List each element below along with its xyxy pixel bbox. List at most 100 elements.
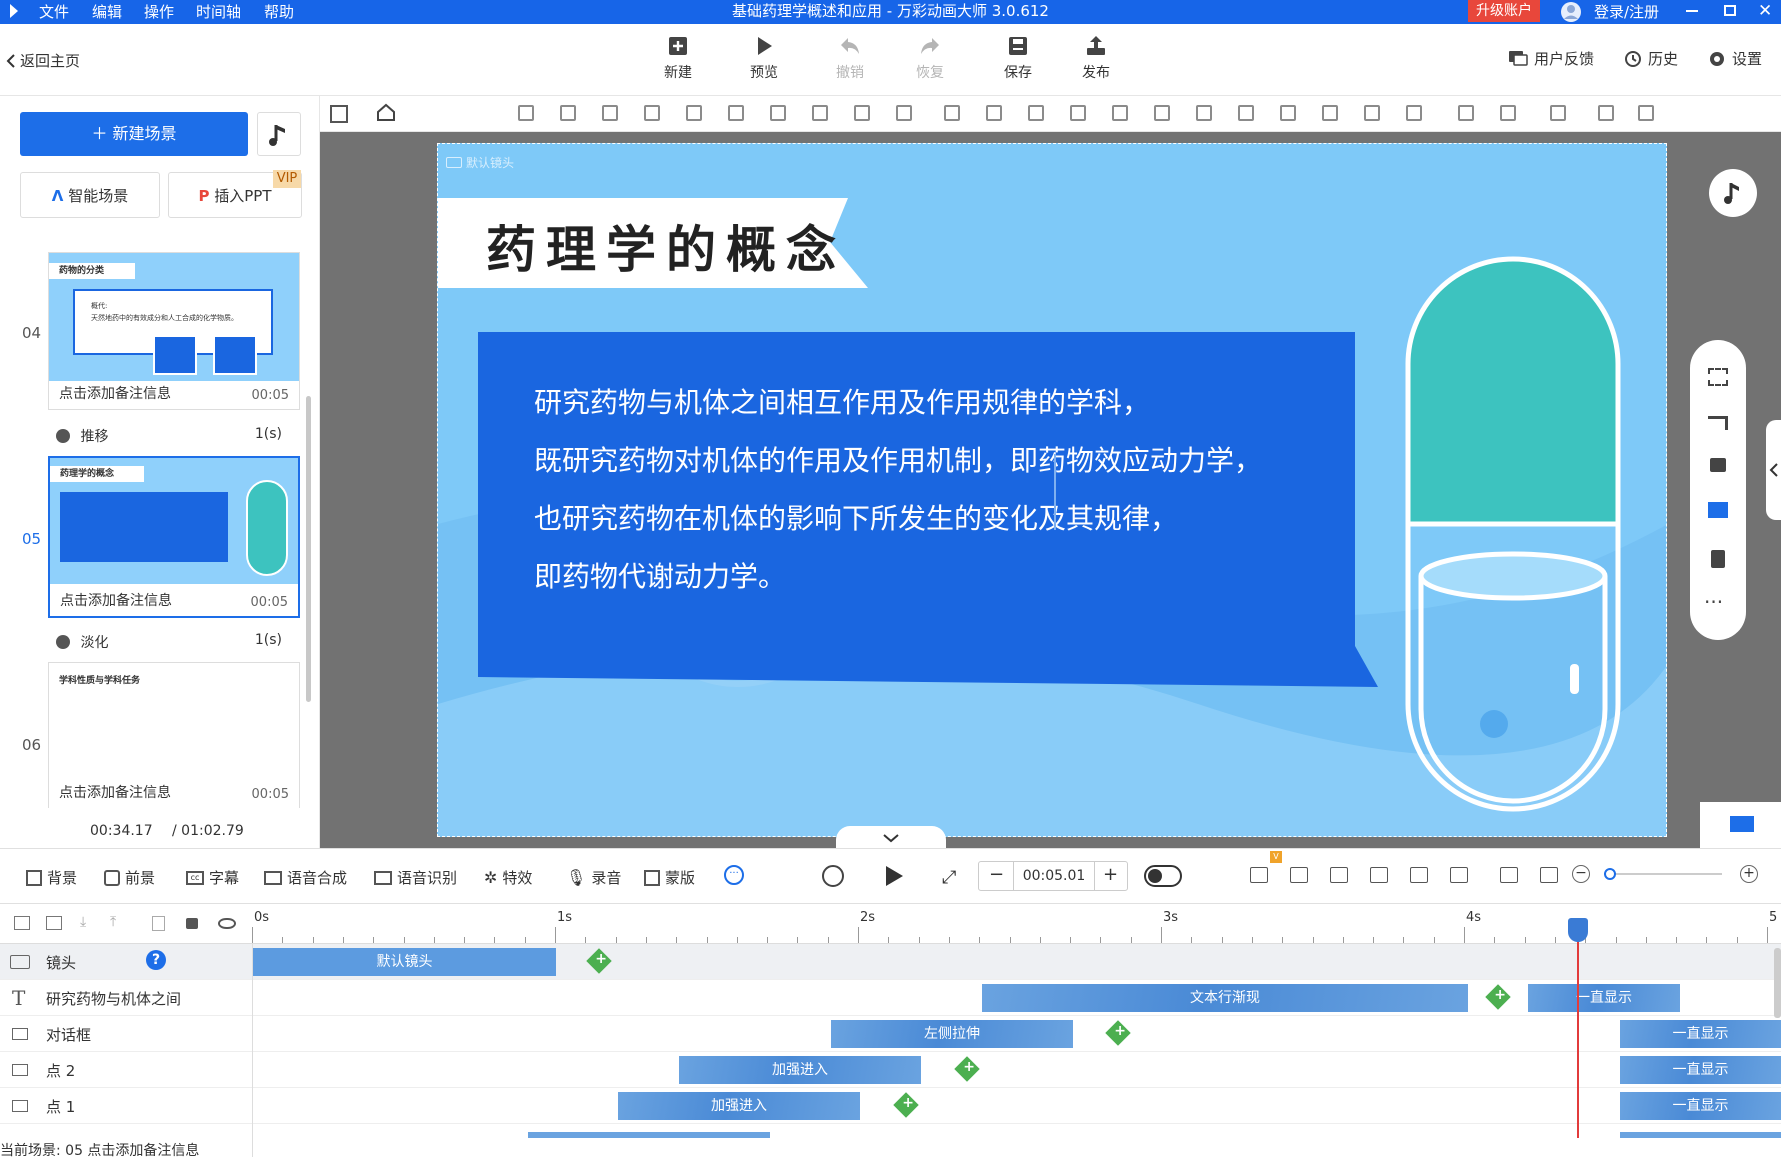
history-link[interactable]: 历史 bbox=[1624, 48, 1678, 69]
split-icon[interactable] bbox=[1370, 867, 1388, 883]
music-button[interactable] bbox=[257, 112, 301, 156]
login-link[interactable]: 登录/注册 bbox=[1594, 0, 1659, 24]
toggle-switch[interactable] bbox=[1144, 865, 1182, 887]
fit-screen-icon[interactable] bbox=[1708, 368, 1728, 386]
edit-icon[interactable] bbox=[1330, 867, 1348, 883]
keyframe-add-icon[interactable]: + bbox=[893, 1092, 919, 1118]
panel-scrollbar[interactable] bbox=[306, 396, 311, 702]
user-avatar-icon[interactable] bbox=[1560, 1, 1582, 23]
screen-icon[interactable] bbox=[1708, 502, 1728, 518]
align-justify-icon[interactable] bbox=[1196, 105, 1212, 121]
zoom-out-icon[interactable]: − bbox=[1572, 865, 1590, 883]
scene-note[interactable]: 点击添加备注信息 bbox=[59, 782, 171, 802]
mini-preview[interactable] bbox=[1700, 802, 1781, 848]
folder-icon[interactable] bbox=[14, 916, 30, 930]
flip-v-icon[interactable] bbox=[728, 105, 744, 121]
zoom-slider[interactable] bbox=[1604, 868, 1722, 880]
timeline-clip-partial[interactable] bbox=[528, 1132, 770, 1138]
transition-row[interactable]: 推移 1(s) bbox=[56, 426, 300, 446]
slide-canvas[interactable]: 默认镜头 药理学的概念 研究药物与机体之间相互作用及作用规律的学科， 既研究药物… bbox=[437, 143, 1667, 837]
collapse-timeline-tab[interactable] bbox=[836, 826, 946, 848]
keyframe-add-icon[interactable]: + bbox=[586, 948, 612, 974]
undo-button[interactable]: 撤销 bbox=[820, 34, 880, 82]
spacing-icon[interactable] bbox=[1406, 105, 1422, 121]
distribute-c-icon[interactable] bbox=[1028, 105, 1044, 121]
rotate-icon[interactable] bbox=[1708, 416, 1728, 430]
center-v-icon[interactable] bbox=[1280, 105, 1296, 121]
settings-sliders-icon[interactable] bbox=[1450, 867, 1468, 883]
slide-body-text[interactable]: 研究药物与机体之间相互作用及作用规律的学科， 既研究药物对机体的作用及作用机制，… bbox=[534, 374, 1374, 606]
settings-link[interactable]: 设置 bbox=[1708, 48, 1762, 69]
eye-icon[interactable] bbox=[218, 918, 236, 929]
device-icon[interactable] bbox=[1711, 550, 1725, 568]
lock-all-icon[interactable] bbox=[186, 918, 198, 929]
scene-thumb-06[interactable]: 学科性质与学科任务 点击添加备注信息 00:05 bbox=[48, 662, 300, 808]
scene-note[interactable]: 点击添加备注信息 bbox=[59, 383, 171, 403]
lock-icon[interactable] bbox=[770, 105, 786, 121]
align-middle-icon[interactable] bbox=[602, 105, 618, 121]
copy-icon[interactable] bbox=[1598, 105, 1614, 121]
preview-button[interactable]: 预览 bbox=[734, 34, 794, 82]
keyframe-add-icon[interactable]: + bbox=[1105, 1020, 1131, 1046]
lock-icon[interactable] bbox=[1710, 458, 1726, 472]
zoom-slider-handle[interactable] bbox=[1604, 868, 1616, 880]
delete-icon[interactable] bbox=[152, 916, 165, 931]
delete-icon[interactable] bbox=[854, 105, 870, 121]
redo-button[interactable]: 恢复 bbox=[900, 34, 960, 82]
crop-icon[interactable] bbox=[896, 105, 912, 121]
more-tools-button[interactable]: ··· bbox=[724, 865, 744, 885]
center-h-icon[interactable] bbox=[1238, 105, 1254, 121]
subtitle-tool[interactable]: cc 字幕 bbox=[186, 867, 239, 888]
ruler-icon[interactable] bbox=[330, 105, 348, 123]
align-bottom-edge-icon[interactable] bbox=[1364, 105, 1380, 121]
text-filter-icon[interactable] bbox=[1410, 867, 1428, 883]
capsule-illustration[interactable] bbox=[1398, 254, 1628, 814]
timeline-scrollbar[interactable] bbox=[1774, 948, 1781, 1018]
flip-h-icon[interactable] bbox=[686, 105, 702, 121]
move-down-icon[interactable]: ⤓ bbox=[80, 914, 86, 930]
scene-thumb-05[interactable]: 药理学的概念 点击添加备注信息 00:05 bbox=[48, 456, 300, 618]
align-top-edge-icon[interactable] bbox=[1322, 105, 1338, 121]
align-right-icon[interactable] bbox=[1154, 105, 1170, 121]
replay-icon[interactable] bbox=[822, 865, 844, 887]
rotate-icon[interactable] bbox=[812, 105, 828, 121]
keyframe-add-icon[interactable]: + bbox=[1485, 984, 1511, 1010]
add-folder-icon[interactable] bbox=[46, 916, 62, 930]
paste-icon[interactable] bbox=[1638, 105, 1654, 121]
more-icon[interactable]: ··· bbox=[1704, 590, 1723, 614]
save-button[interactable]: 保存 bbox=[988, 34, 1048, 82]
time-stepper[interactable]: − 00:05.01 + bbox=[978, 861, 1128, 891]
align-baseline-icon[interactable] bbox=[644, 105, 660, 121]
distribute-v-icon[interactable] bbox=[986, 105, 1002, 121]
speech-recognition-tool[interactable]: 语音识别 bbox=[374, 867, 457, 888]
timeline-ruler[interactable]: 0s 1s 2s 3s 4s 5 bbox=[252, 904, 1781, 944]
feedback-link[interactable]: 用户反馈 bbox=[1508, 48, 1594, 69]
align-center-icon[interactable] bbox=[1112, 105, 1128, 121]
mask-tool[interactable]: 蒙版 bbox=[644, 867, 695, 888]
new-button[interactable]: 新建 bbox=[648, 34, 708, 82]
zoom-in-icon[interactable]: + bbox=[1740, 865, 1758, 883]
one-to-one-icon[interactable] bbox=[1540, 867, 1558, 883]
align-top-icon[interactable] bbox=[560, 105, 576, 121]
move-up-icon[interactable]: ⤒ bbox=[110, 914, 116, 930]
timeline-clip-partial[interactable] bbox=[1620, 1132, 1781, 1138]
slide-title[interactable]: 药理学的概念 bbox=[486, 210, 846, 282]
increment-button[interactable]: + bbox=[1103, 864, 1118, 885]
smart-scene-button[interactable]: Λ 智能场景 bbox=[20, 172, 160, 218]
close-icon[interactable]: ✕ bbox=[1758, 1, 1772, 21]
audio-toggle-button[interactable] bbox=[1709, 169, 1757, 217]
fullscreen-icon[interactable]: ⤢ bbox=[942, 867, 956, 888]
align-left-edge-icon[interactable] bbox=[1070, 105, 1086, 121]
bracket-icon[interactable] bbox=[1250, 867, 1268, 883]
maximize-icon[interactable] bbox=[1724, 5, 1736, 16]
right-panel-toggle[interactable] bbox=[1766, 420, 1781, 520]
minimize-icon[interactable] bbox=[1686, 10, 1698, 12]
transition-row[interactable]: 淡化 1(s) bbox=[56, 632, 300, 652]
new-scene-button[interactable]: ＋ 新建场景 bbox=[20, 112, 248, 156]
scene-note[interactable]: 点击添加备注信息 bbox=[60, 590, 172, 610]
unlock-icon[interactable] bbox=[1550, 105, 1566, 121]
publish-button[interactable]: 发布 bbox=[1066, 34, 1126, 82]
scene-thumb-04[interactable]: 药物的分类 概代: 天然地药中的有效成分和人工合成的化学物质。 点击添加备注信息… bbox=[48, 252, 300, 410]
decrement-button[interactable]: − bbox=[989, 864, 1004, 885]
background-tool[interactable]: 背景 bbox=[26, 867, 77, 888]
